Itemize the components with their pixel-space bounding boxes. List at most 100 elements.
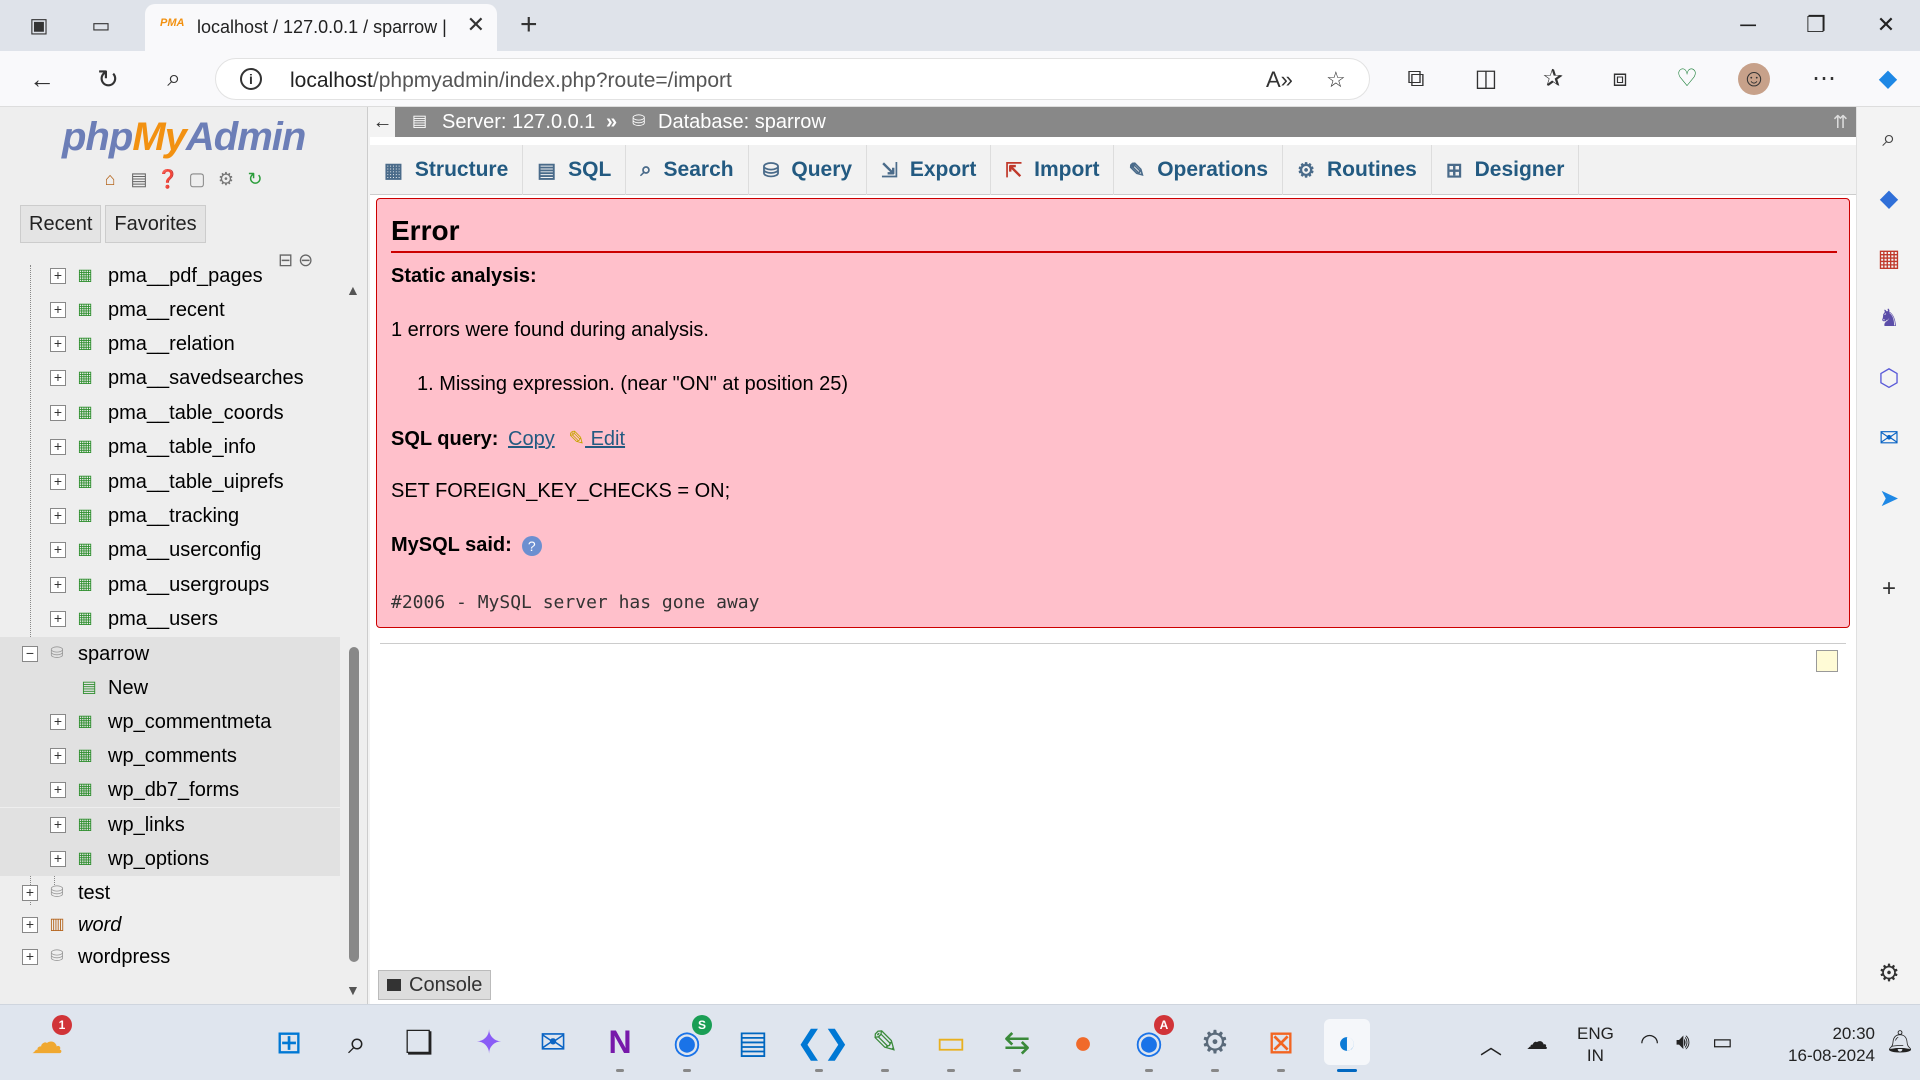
tree-item-db[interactable]: + ⛁ wordpress: [0, 940, 340, 974]
tree-item-label[interactable]: wp_comments: [108, 745, 237, 768]
tree-item-table[interactable]: + ▦ pma__table_coords: [0, 396, 340, 430]
tree-item-label[interactable]: pma__pdf_pages: [108, 265, 263, 288]
copy-link[interactable]: Copy: [508, 428, 555, 450]
logout-icon[interactable]: ▤: [127, 167, 151, 191]
search-icon[interactable]: ⌕: [156, 61, 192, 97]
tree-item-table[interactable]: + ▦ wp_db7_forms: [0, 773, 340, 807]
battery-icon[interactable]: ▭: [1712, 1029, 1733, 1055]
breadcrumb-server[interactable]: Server: 127.0.0.1: [442, 107, 595, 137]
url-text[interactable]: localhost/phpmyadmin/index.php?route=/im…: [290, 69, 732, 93]
task-view-icon[interactable]: ❏: [396, 1019, 442, 1065]
tab-search[interactable]: ⌕ Search: [626, 145, 749, 195]
tab-structure[interactable]: ▦ Structure: [370, 145, 524, 195]
notifications-bell-icon[interactable]: 🔔︎: [1886, 1029, 1914, 1055]
expand-icon[interactable]: +: [50, 474, 66, 490]
tab-operations[interactable]: ✎ Operations: [1114, 145, 1284, 195]
minimize-icon[interactable]: ─: [1728, 8, 1768, 42]
tree-item-label[interactable]: sparrow: [78, 643, 149, 666]
copilot-app-icon[interactable]: ✦: [466, 1019, 512, 1065]
collapse-icon[interactable]: −: [22, 646, 38, 662]
tree-item-label[interactable]: wp_commentmeta: [108, 711, 271, 734]
tree-item-label[interactable]: pma__table_coords: [108, 402, 284, 425]
tree-item-table[interactable]: + ▦ pma__table_uiprefs: [0, 465, 340, 499]
tree-item-table[interactable]: + ▦ pma__table_info: [0, 430, 340, 464]
editor-app-icon[interactable]: ✎: [862, 1019, 908, 1072]
browser-essentials-icon[interactable]: ♡: [1671, 63, 1703, 95]
network-tool-icon[interactable]: ⇆: [994, 1019, 1040, 1072]
close-window-icon[interactable]: ✕: [1866, 8, 1906, 42]
favorite-star-icon[interactable]: ☆: [1326, 67, 1346, 93]
tree-item-label[interactable]: wp_links: [108, 814, 185, 837]
phpmyadmin-logo[interactable]: phpMyAdmin: [62, 115, 306, 160]
documentation-help-icon[interactable]: ?: [521, 536, 542, 556]
profile-avatar-icon[interactable]: ☺: [1738, 63, 1770, 95]
breadcrumb-database[interactable]: Database: sparrow: [658, 107, 826, 137]
new-tab-icon[interactable]: +: [520, 8, 538, 42]
tools-icon[interactable]: ▦: [1874, 244, 1904, 274]
tree-item-label[interactable]: pma__table_uiprefs: [108, 471, 284, 494]
help-icon[interactable]: ❓: [156, 167, 180, 191]
settings-app-icon[interactable]: ⚙: [1192, 1019, 1238, 1072]
chrome-profile-icon[interactable]: ◉ A: [1126, 1015, 1174, 1072]
site-info-icon[interactable]: i: [240, 68, 262, 90]
tree-item-label[interactable]: New: [108, 677, 148, 700]
tree-item-table[interactable]: + ▦ pma__relation: [0, 327, 340, 361]
clock[interactable]: 20:30 16-08-2024: [1760, 1023, 1875, 1067]
edge-app-icon[interactable]: ◐: [1324, 1019, 1370, 1072]
scroll-up-icon[interactable]: ▲: [346, 282, 360, 298]
tab-routines[interactable]: ⚙ Routines: [1283, 145, 1432, 195]
tree-item-label[interactable]: pma__table_info: [108, 436, 256, 459]
xampp-app-icon[interactable]: ⊠: [1258, 1019, 1304, 1072]
tree-item-table[interactable]: + ▦ pma__userconfig: [0, 533, 340, 567]
documentation-icon[interactable]: ▢: [185, 167, 209, 191]
page-settings-icon[interactable]: [1816, 650, 1838, 672]
expand-icon[interactable]: +: [22, 885, 38, 901]
tree-item-new[interactable]: ▤ New: [0, 671, 340, 705]
show-hidden-icons-icon[interactable]: ︿: [1480, 1029, 1502, 1061]
expand-icon[interactable]: +: [50, 268, 66, 284]
browser-tab-active[interactable]: PMA localhost / 127.0.0.1 / sparrow | p …: [145, 4, 497, 51]
expand-icon[interactable]: +: [50, 577, 66, 593]
scroll-down-icon[interactable]: ▼: [346, 982, 360, 998]
notepad-app-icon[interactable]: ▤: [730, 1019, 776, 1065]
expand-icon[interactable]: +: [50, 748, 66, 764]
edit-pencil-icon[interactable]: ✎: [568, 428, 585, 450]
sidebar-settings-icon[interactable]: ⚙: [1874, 959, 1904, 989]
expand-icon[interactable]: +: [50, 542, 66, 558]
favorites-icon[interactable]: ✰: [1537, 63, 1569, 95]
wifi-icon[interactable]: ◠: [1640, 1029, 1659, 1055]
expand-icon[interactable]: +: [50, 851, 66, 867]
tree-item-table[interactable]: + ▦ wp_options: [0, 842, 340, 876]
expand-icon[interactable]: +: [50, 439, 66, 455]
expand-icon[interactable]: +: [50, 405, 66, 421]
vscode-app-icon[interactable]: ❮❯: [796, 1019, 850, 1072]
tree-item-label[interactable]: wordpress: [78, 946, 170, 969]
tab-sql[interactable]: ▤ SQL: [523, 145, 627, 195]
collapse-top-icon[interactable]: ⇈: [1833, 107, 1848, 137]
tab-close-icon[interactable]: ✕: [467, 12, 485, 38]
settings-gear-icon[interactable]: ⚙: [214, 167, 238, 191]
tree-item-label[interactable]: pma__tracking: [108, 505, 239, 528]
tree-item-db-sparrow[interactable]: − ⛁ sparrow: [0, 637, 340, 671]
address-bar[interactable]: i localhost/phpmyadmin/index.php?route=/…: [215, 58, 1370, 100]
expand-icon[interactable]: +: [50, 336, 66, 352]
shopping-tag-icon[interactable]: ◆: [1874, 184, 1904, 214]
tree-item-label[interactable]: pma__usergroups: [108, 574, 269, 597]
tree-item-label[interactable]: wp_options: [108, 848, 209, 871]
vertical-tabs-icon[interactable]: ▭: [86, 10, 116, 40]
tree-item-label[interactable]: pma__userconfig: [108, 539, 261, 562]
refresh-icon[interactable]: ↻: [90, 61, 126, 97]
tree-item-table[interactable]: + ▦ pma__pdf_pages: [0, 265, 340, 293]
tree-item-table[interactable]: + ▦ wp_commentmeta: [0, 705, 340, 739]
start-button-icon[interactable]: ⊞: [266, 1019, 312, 1065]
navigation-scrollbar[interactable]: ▲ ▼: [344, 282, 364, 998]
tree-item-table[interactable]: + ▦ pma__savedsearches: [0, 361, 340, 395]
expand-icon[interactable]: +: [22, 917, 38, 933]
tree-item-label[interactable]: pma__savedsearches: [108, 367, 304, 390]
m365-icon[interactable]: ⬡: [1874, 364, 1904, 394]
tree-item-label[interactable]: wp_db7_forms: [108, 779, 239, 802]
taskbar-search-icon[interactable]: ⌕: [334, 1019, 380, 1065]
tree-item-db[interactable]: + ⛁ test: [0, 876, 340, 910]
read-aloud-icon[interactable]: A»: [1266, 67, 1293, 93]
split-screen-icon[interactable]: ◫: [1470, 63, 1502, 95]
